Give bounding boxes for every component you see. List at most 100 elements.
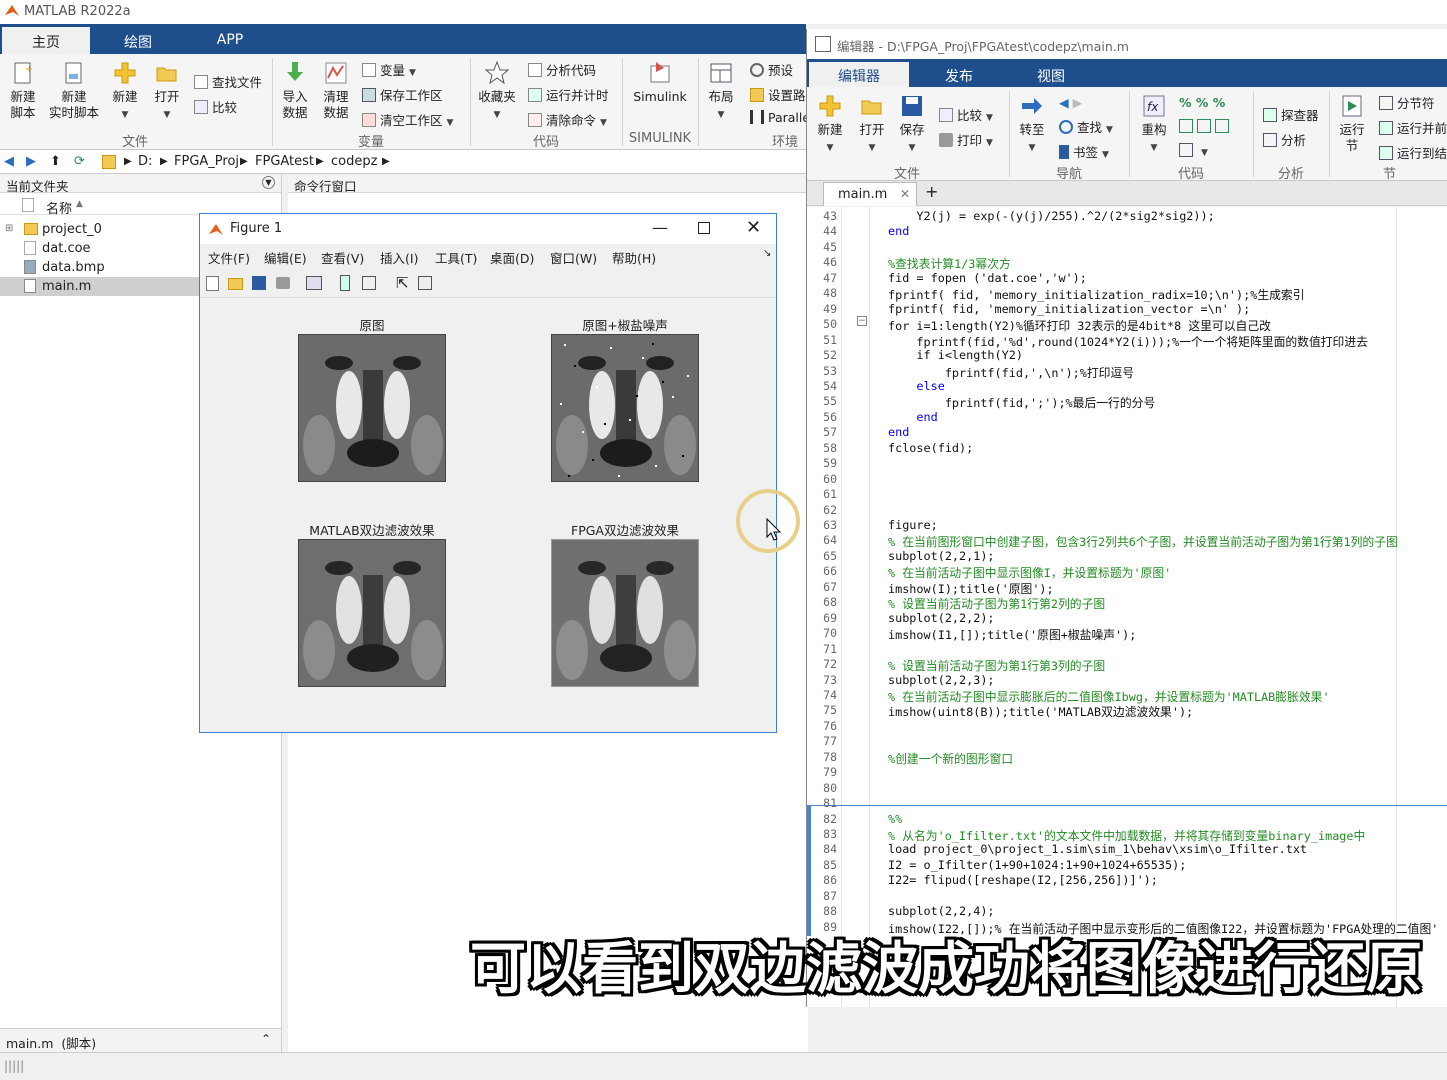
code-line[interactable]: fprintf( fid, 'memory_initialization_rad… xyxy=(888,286,1305,303)
nav-back-forward[interactable]: ◀ ▶ xyxy=(1059,95,1082,110)
path-segment-fpgatest[interactable]: FPGAtest xyxy=(255,154,314,169)
figure-window[interactable]: Figure 1 — ✕ 文件(F) 编辑(E) 查看(V) 插入(I) 工具(… xyxy=(199,213,777,733)
code-line[interactable]: load project_0\project_1.sim\sim_1\behav… xyxy=(888,842,1307,856)
nav-forward-icon[interactable]: ▶ xyxy=(1073,95,1083,110)
clear-commands-button[interactable]: 清除命令 ▼ xyxy=(528,110,607,129)
tab-editor[interactable]: 编辑器 xyxy=(809,62,909,87)
tab-publish[interactable]: 发布 xyxy=(915,62,1003,87)
layout-button[interactable]: 布局 ▼ xyxy=(702,60,740,123)
code-editor[interactable]: − 43 Y2(j) = exp(-(y(j)/255).^2/(2*sig2*… xyxy=(807,207,1447,1007)
editor-open-button[interactable]: 打开 ▼ xyxy=(853,93,891,156)
code-line[interactable]: fclose(fid); xyxy=(888,441,973,455)
analyze-button[interactable]: 分析 xyxy=(1263,130,1306,149)
open-file-icon[interactable] xyxy=(228,278,243,290)
minimize-icon[interactable]: — xyxy=(652,218,668,237)
code-line[interactable]: if i<length(Y2) xyxy=(888,348,1023,362)
back-arrow-icon[interactable]: ◀ xyxy=(4,154,14,169)
code-line[interactable]: % 在当前活动子图中显示图像I，并设置标题为'原图' xyxy=(888,564,1171,581)
legend-icon[interactable] xyxy=(362,276,376,290)
clean-data-button[interactable]: 清理 数据 xyxy=(316,60,356,121)
maximize-icon[interactable] xyxy=(698,222,710,234)
comment-percent-icon[interactable]: % % % xyxy=(1179,95,1225,110)
file-tab-main-m[interactable]: main.m ✕ xyxy=(823,182,917,206)
code-line[interactable]: %% xyxy=(888,812,902,826)
section-break-button[interactable]: 分节符 xyxy=(1379,93,1435,112)
code-line[interactable]: Y2(j) = exp(-(y(j)/255).^2/(2*sig2*sig2)… xyxy=(888,209,1214,223)
variable-button[interactable]: 变量 ▼ xyxy=(362,60,416,79)
code-line[interactable]: % 设置当前活动子图为第1行第2列的子图 xyxy=(888,595,1105,612)
property-editor-icon[interactable] xyxy=(418,276,432,290)
preferences-button[interactable]: 预设 xyxy=(750,60,793,79)
tab-apps[interactable]: APP xyxy=(190,27,270,54)
new-script-button[interactable]: + 新建 脚本 xyxy=(4,60,42,121)
fold-collapse-icon[interactable]: − xyxy=(857,316,867,326)
file-details-bar[interactable]: main.m (脚本) ⌃ xyxy=(0,1028,281,1052)
bookmark-button[interactable]: 书签 ▼ xyxy=(1059,142,1109,161)
code-line[interactable]: figure; xyxy=(888,518,938,532)
code-line[interactable]: subplot(2,2,4); xyxy=(888,904,995,918)
code-line[interactable]: %创建一个新的图形窗口 xyxy=(888,750,1013,767)
clear-workspace-button[interactable]: 清空工作区 ▼ xyxy=(362,110,453,129)
run-section-button[interactable]: 运行 节 xyxy=(1333,93,1371,154)
code-line[interactable]: % 从名为'o_Ifilter.txt'的文本文件中加载数据，并将其存储到变量b… xyxy=(888,827,1365,844)
menu-insert[interactable]: 插入(I) xyxy=(380,248,418,267)
tab-home[interactable]: 主页 xyxy=(2,27,90,54)
run-and-advance-button[interactable]: 运行并前 xyxy=(1379,118,1447,137)
print-icon[interactable] xyxy=(276,277,290,289)
parallel-button[interactable]: Paralle xyxy=(750,110,810,125)
path-segment-fpga-proj[interactable]: FPGA_Proj xyxy=(174,154,239,169)
code-line[interactable]: imshow(uint8(B));title('MATLAB双边滤波效果'); xyxy=(888,703,1193,720)
code-line[interactable]: I22= flipud([reshape(I2,[256,256])]'); xyxy=(888,873,1158,887)
forward-arrow-icon[interactable]: ▶ xyxy=(26,154,36,169)
colorbar-icon[interactable] xyxy=(340,275,350,291)
menu-edit[interactable]: 编辑(E) xyxy=(264,248,307,267)
menu-overflow-icon[interactable]: ↘ xyxy=(763,248,771,259)
new-button[interactable]: 新建 ▼ xyxy=(106,60,144,123)
code-line[interactable]: imshow(I1,[]);title('原图+椒盐噪声'); xyxy=(888,626,1136,643)
tab-view[interactable]: 视图 xyxy=(1007,62,1095,87)
save-workspace-button[interactable]: 保存工作区 xyxy=(362,85,443,104)
add-tab-icon[interactable]: + xyxy=(925,182,938,201)
indent-buttons[interactable] xyxy=(1179,119,1233,134)
code-line[interactable]: I2 = o_Ifilter(1+90+1024:1+90+1024+65535… xyxy=(888,858,1186,872)
panel-menu-icon[interactable]: ▼ xyxy=(262,176,275,189)
code-line[interactable]: %查找表计算1/3幂次方 xyxy=(888,255,1011,272)
code-line[interactable]: end xyxy=(888,224,909,238)
menu-help[interactable]: 帮助(H) xyxy=(612,248,656,267)
refactor-button[interactable]: fx 重构 ▼ xyxy=(1135,93,1173,156)
close-icon[interactable]: ✕ xyxy=(746,217,761,238)
editor-new-button[interactable]: 新建 ▼ xyxy=(811,93,849,156)
code-line[interactable]: % 在当前图形窗口中创建子图，包含3行2列共6个子图，并设置当前活动子图为第1行… xyxy=(888,533,1398,550)
code-line[interactable]: fprintf(fid,',\n');%打印逗号 xyxy=(888,364,1134,381)
chevron-up-icon[interactable]: ⌃ xyxy=(261,1032,271,1046)
run-and-time-button[interactable]: 运行并计时 xyxy=(528,85,609,104)
pointer-icon[interactable]: ⇱ xyxy=(396,274,409,292)
analyze-code-button[interactable]: 分析代码 xyxy=(528,60,596,79)
code-line[interactable]: subplot(2,2,1); xyxy=(888,549,995,563)
code-line[interactable]: else xyxy=(888,379,944,393)
import-data-button[interactable]: 导入 数据 xyxy=(276,60,314,121)
code-line[interactable]: fprintf(fid,'%d',round(1024*Y2(i)));%一个一… xyxy=(888,333,1368,350)
expand-icon[interactable]: ⊞ xyxy=(5,223,13,234)
profiler-button[interactable]: 探查器 xyxy=(1263,105,1319,124)
code-line[interactable]: subplot(2,2,3); xyxy=(888,673,995,687)
goto-button[interactable]: 转至 ▼ xyxy=(1013,93,1051,156)
close-tab-icon[interactable]: ✕ xyxy=(900,187,910,201)
save-icon[interactable] xyxy=(252,276,266,290)
code-line[interactable]: fprintf(fid,';');%最后一行的分号 xyxy=(888,394,1155,411)
code-line[interactable]: imshow(I);title('原图'); xyxy=(888,580,1054,597)
find-button[interactable]: 查找 ▼ xyxy=(1059,117,1113,136)
code-line[interactable]: % 在当前活动子图中显示膨胀后的二值图像Ibwg，并设置标题为'MATLAB膨胀… xyxy=(888,688,1330,705)
new-live-script-button[interactable]: 新建 实时脚本 xyxy=(46,60,102,121)
browse-folder-icon[interactable]: ⟳ xyxy=(74,154,85,169)
editor-window[interactable]: 编辑器 - D:\FPGA_Proj\FPGAtest\codepz\main.… xyxy=(806,29,1447,1007)
editor-print-button[interactable]: 打印 ▼ xyxy=(939,130,993,149)
nav-back-icon[interactable]: ◀ xyxy=(1059,95,1069,110)
code-line[interactable]: for i=1:length(Y2)%循环打印 32表示的是4bit*8 这里可… xyxy=(888,317,1271,334)
code-line[interactable]: end xyxy=(888,425,909,439)
path-segment-codepz[interactable]: codepz xyxy=(331,154,377,169)
code-line[interactable]: subplot(2,2,2); xyxy=(888,611,995,625)
code-line[interactable]: end xyxy=(888,410,937,424)
editor-save-button[interactable]: 保存 ▼ xyxy=(893,93,931,156)
link-plot-icon[interactable] xyxy=(306,276,322,290)
